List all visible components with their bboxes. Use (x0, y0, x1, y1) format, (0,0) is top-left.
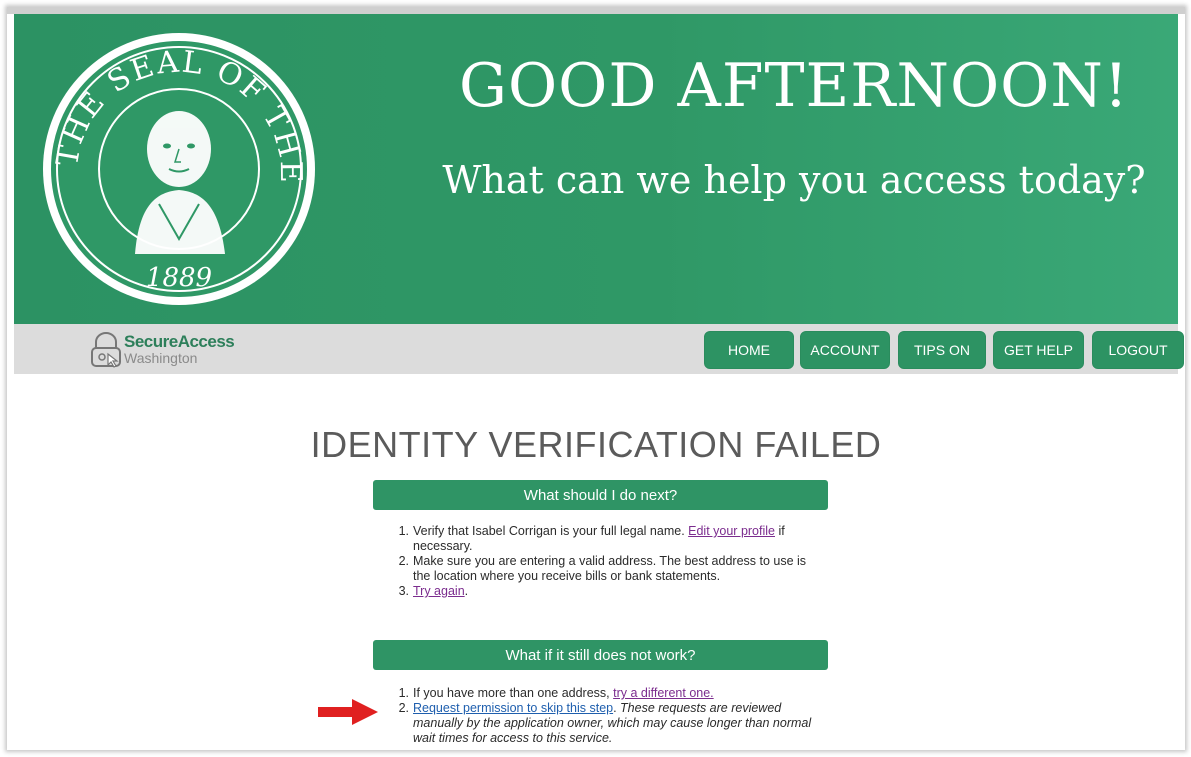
still-not-working-list: 1. If you have more than one address, tr… (393, 686, 823, 746)
still-not-working-heading: What if it still does not work? (373, 640, 828, 670)
lock-icon (91, 332, 121, 368)
page-title: IDENTITY VERIFICATION FAILED (310, 424, 882, 465)
try-again-link[interactable]: Try again (413, 584, 465, 598)
nav-bar: SecureAccess Washington HOME ACCOUNT TIP… (14, 324, 1184, 374)
brand-name: SecureAccess (124, 332, 235, 351)
edit-profile-link[interactable]: Edit your profile (688, 524, 775, 538)
tips-on-button[interactable]: TIPS ON (898, 331, 986, 369)
greeting-subtitle: What can we help you access today? (442, 158, 1146, 202)
list-item: 2. Request permission to skip this step.… (398, 701, 812, 745)
screenshot-frame: THE SEAL OF THE STATE OF WASHINGTON 1889… (7, 7, 1185, 750)
brand-state: Washington (124, 350, 198, 366)
home-button[interactable]: HOME (704, 331, 794, 369)
list-item: 1. If you have more than one address, tr… (398, 686, 714, 700)
next-steps-list: 1. Verify that Isabel Corrigan is your f… (393, 524, 823, 599)
top-border (7, 7, 1185, 14)
header-banner: THE SEAL OF THE STATE OF WASHINGTON 1889… (14, 14, 1178, 324)
seal-year: 1889 (146, 263, 212, 293)
red-arrow-icon (318, 699, 378, 725)
state-seal-logo: THE SEAL OF THE STATE OF WASHINGTON 1889 (39, 24, 315, 305)
try-different-address-link[interactable]: try a different one. (613, 686, 714, 700)
next-steps-heading: What should I do next? (373, 480, 828, 510)
list-item: 3. Try again. (398, 584, 469, 598)
greeting-heading: GOOD AFTERNOON! (459, 51, 1129, 121)
logout-button[interactable]: LOGOUT (1092, 331, 1184, 369)
get-help-button[interactable]: GET HELP (993, 331, 1084, 369)
request-skip-link[interactable]: Request permission to skip this step (413, 701, 613, 715)
main-content: IDENTITY VERIFICATION FAILED What should… (7, 374, 1185, 750)
secureaccess-logo[interactable]: SecureAccess Washington (86, 332, 276, 368)
account-button[interactable]: ACCOUNT (800, 331, 890, 369)
list-item: 2. Make sure you are entering a valid ad… (398, 554, 807, 583)
list-item: 1. Verify that Isabel Corrigan is your f… (398, 524, 785, 553)
